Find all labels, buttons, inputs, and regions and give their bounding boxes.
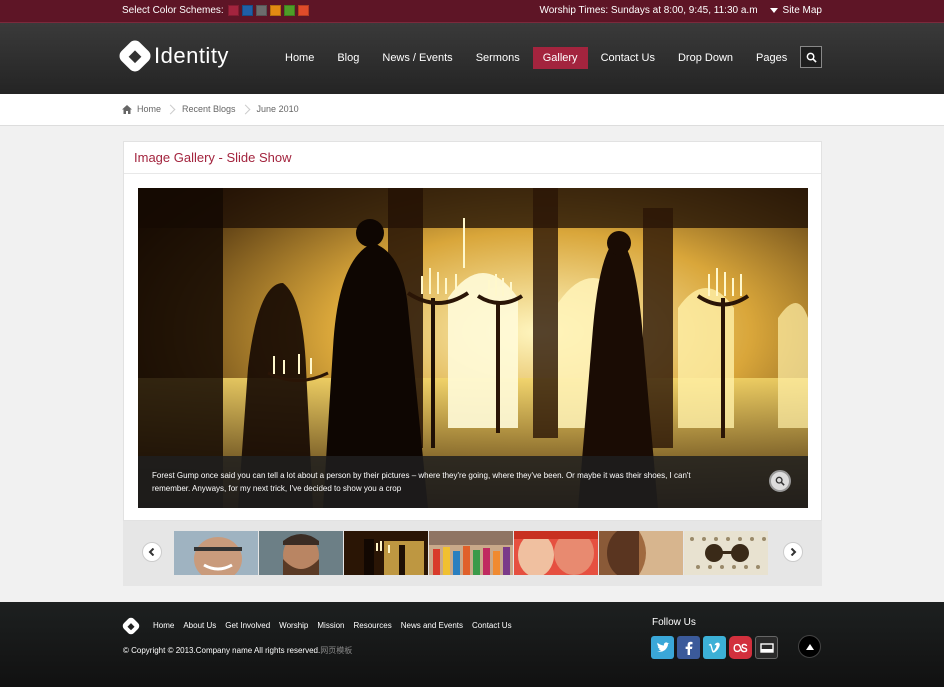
gallery-panel: Image Gallery - Slide Show Forest Gump o… <box>123 141 822 521</box>
footer-link-news-events[interactable]: News and Events <box>401 621 463 630</box>
chevron-left-icon <box>148 548 155 556</box>
sitemap-label: Site Map <box>782 5 822 16</box>
slideshow-image[interactable]: Forest Gump once said you can tell a lot… <box>138 188 808 508</box>
color-scheme-label: Select Color Schemes: <box>122 5 224 16</box>
caret-up-icon <box>805 643 814 650</box>
nav-pages[interactable]: Pages <box>746 47 797 69</box>
color-scheme-selector: Select Color Schemes: <box>122 5 312 16</box>
copyright-extra-link[interactable]: 网页模板 <box>320 646 352 655</box>
worship-times: Worship Times: Sundays at 8:00, 9:45, 11… <box>539 5 758 16</box>
copyright-text: © Copyright © 2013.Company name All righ… <box>123 646 321 655</box>
delicious-icon[interactable] <box>755 636 778 659</box>
nav-blog[interactable]: Blog <box>327 47 369 69</box>
home-icon <box>122 104 132 114</box>
nav-contact-us[interactable]: Contact Us <box>591 47 665 69</box>
prev-button[interactable] <box>142 542 162 562</box>
color-swatch-orange[interactable] <box>269 5 281 16</box>
color-swatch-green[interactable] <box>283 5 295 16</box>
breadcrumb-recent-blogs[interactable]: Recent Blogs <box>182 104 236 114</box>
thumbnail-list <box>174 531 769 575</box>
footer-link-mission[interactable]: Mission <box>317 621 344 630</box>
color-swatch-red[interactable] <box>227 5 239 16</box>
facebook-icon[interactable] <box>677 636 700 659</box>
vimeo-icon[interactable] <box>703 636 726 659</box>
thumbnail-faces[interactable] <box>514 531 598 575</box>
gallery-title: Image Gallery - Slide Show <box>124 142 821 174</box>
zoom-button[interactable] <box>769 470 791 492</box>
main-nav: Home Blog News / Events Sermons Gallery … <box>275 47 800 69</box>
copyright: © Copyright © 2013.Company name All righ… <box>123 645 352 656</box>
search-button[interactable] <box>800 46 822 68</box>
follow-us-label: Follow Us <box>652 617 696 628</box>
thumbnail-crowd[interactable] <box>429 531 513 575</box>
thumbnail-strip <box>123 521 822 586</box>
nav-news-events[interactable]: News / Events <box>372 47 462 69</box>
color-swatch-gray[interactable] <box>255 5 267 16</box>
breadcrumb-current: June 2010 <box>256 104 299 114</box>
footer-link-worship[interactable]: Worship <box>279 621 308 630</box>
breadcrumb-home[interactable]: Home <box>137 104 161 114</box>
breadcrumb-separator-icon <box>165 104 176 114</box>
back-to-top-button[interactable] <box>798 635 821 658</box>
twitter-icon[interactable] <box>651 636 674 659</box>
footer-nav: Home About Us Get Involved Worship Missi… <box>153 621 521 630</box>
next-button[interactable] <box>783 542 803 562</box>
thumbnail-sunglasses[interactable] <box>684 531 768 575</box>
breadcrumb-separator-icon <box>240 104 250 114</box>
thumbnail-candles[interactable] <box>344 531 428 575</box>
breadcrumb-bar: Home Recent Blogs June 2010 <box>0 94 944 126</box>
color-swatch-coral[interactable] <box>297 5 309 16</box>
search-icon <box>806 52 817 63</box>
thumbnail-bearded-man[interactable] <box>259 531 343 575</box>
color-swatch-blue[interactable] <box>241 5 253 16</box>
footer-link-about-us[interactable]: About Us <box>183 621 216 630</box>
thumbnail-smiling-man[interactable] <box>174 531 258 575</box>
footer-link-contact-us[interactable]: Contact Us <box>472 621 512 630</box>
footer-link-home[interactable]: Home <box>153 621 174 630</box>
footer-link-resources[interactable]: Resources <box>354 621 392 630</box>
top-bar: Select Color Schemes: Worship Times: Sun… <box>0 0 944 22</box>
nav-home[interactable]: Home <box>275 47 324 69</box>
social-links <box>651 636 781 659</box>
logo[interactable]: Identity <box>116 37 229 75</box>
lastfm-icon[interactable] <box>729 636 752 659</box>
footer-link-get-involved[interactable]: Get Involved <box>225 621 270 630</box>
nav-gallery[interactable]: Gallery <box>532 47 588 69</box>
thumbnail-hair[interactable] <box>599 531 683 575</box>
magnifier-icon <box>775 476 785 486</box>
logo-text: Identity <box>154 43 229 68</box>
slide-caption: Forest Gump once said you can tell a lot… <box>138 456 808 508</box>
site-footer: Home About Us Get Involved Worship Missi… <box>0 602 944 687</box>
sitemap-link[interactable]: Site Map <box>769 5 822 16</box>
site-header: Identity Home Blog News / Events Sermons… <box>0 22 944 94</box>
nav-sermons[interactable]: Sermons <box>466 47 530 69</box>
breadcrumb: Home Recent Blogs June 2010 <box>122 104 299 114</box>
logo-diamond-icon <box>116 37 154 75</box>
nav-drop-down[interactable]: Drop Down <box>668 47 743 69</box>
dropdown-triangle-icon <box>769 8 778 13</box>
chevron-right-icon <box>790 548 797 556</box>
footer-logo-icon[interactable] <box>121 616 141 636</box>
